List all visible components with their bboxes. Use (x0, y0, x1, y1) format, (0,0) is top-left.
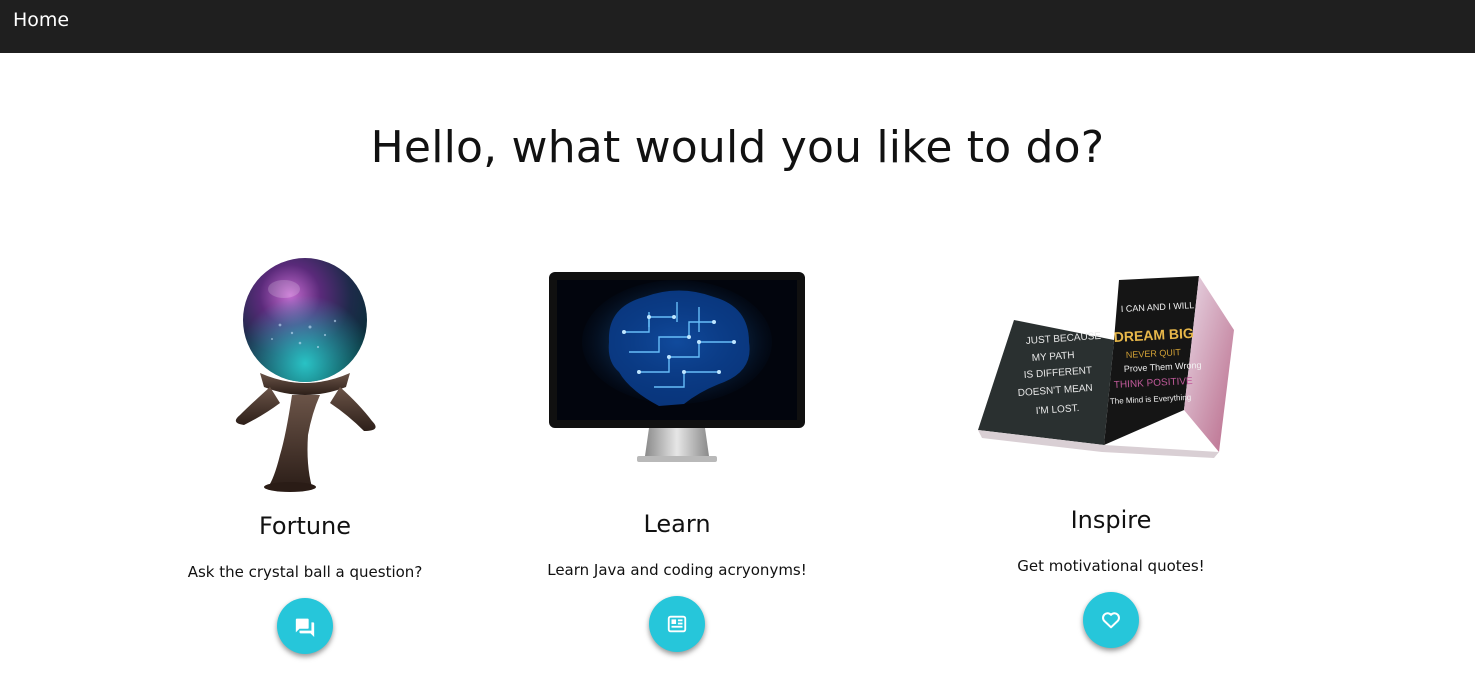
motivational-book-image: JUST BECAUSE MY PATH IS DIFFERENT DOESN'… (974, 270, 1244, 460)
learn-button[interactable] (649, 596, 705, 652)
top-navbar: Home (0, 0, 1475, 53)
inspire-card: JUST BECAUSE MY PATH IS DIFFERENT DOESN'… (956, 250, 1266, 660)
fortune-title: Fortune (258, 512, 352, 540)
inspire-description: Get motivational quotes! (1017, 557, 1205, 575)
home-link[interactable]: Home (13, 9, 69, 31)
computer-monitor-brain-image (549, 272, 805, 470)
learn-description: Learn Java and coding acryonyms! (547, 561, 807, 579)
page-title: Hello, what would you like to do? (370, 122, 1105, 173)
inspire-title: Inspire (1070, 506, 1152, 534)
inspire-button[interactable] (1083, 592, 1139, 648)
learn-title: Learn (643, 510, 711, 538)
fortune-card: Fortune Ask the crystal ball a question? (150, 250, 460, 660)
learn-card: Learn Learn Java and coding acryonyms! (522, 250, 832, 660)
fortune-description: Ask the crystal ball a question? (187, 563, 423, 581)
crystal-ball-image (230, 255, 382, 493)
fortune-button[interactable] (277, 598, 333, 654)
chat-icon (294, 615, 316, 637)
heart-icon (1100, 609, 1122, 631)
news-icon (666, 613, 688, 635)
